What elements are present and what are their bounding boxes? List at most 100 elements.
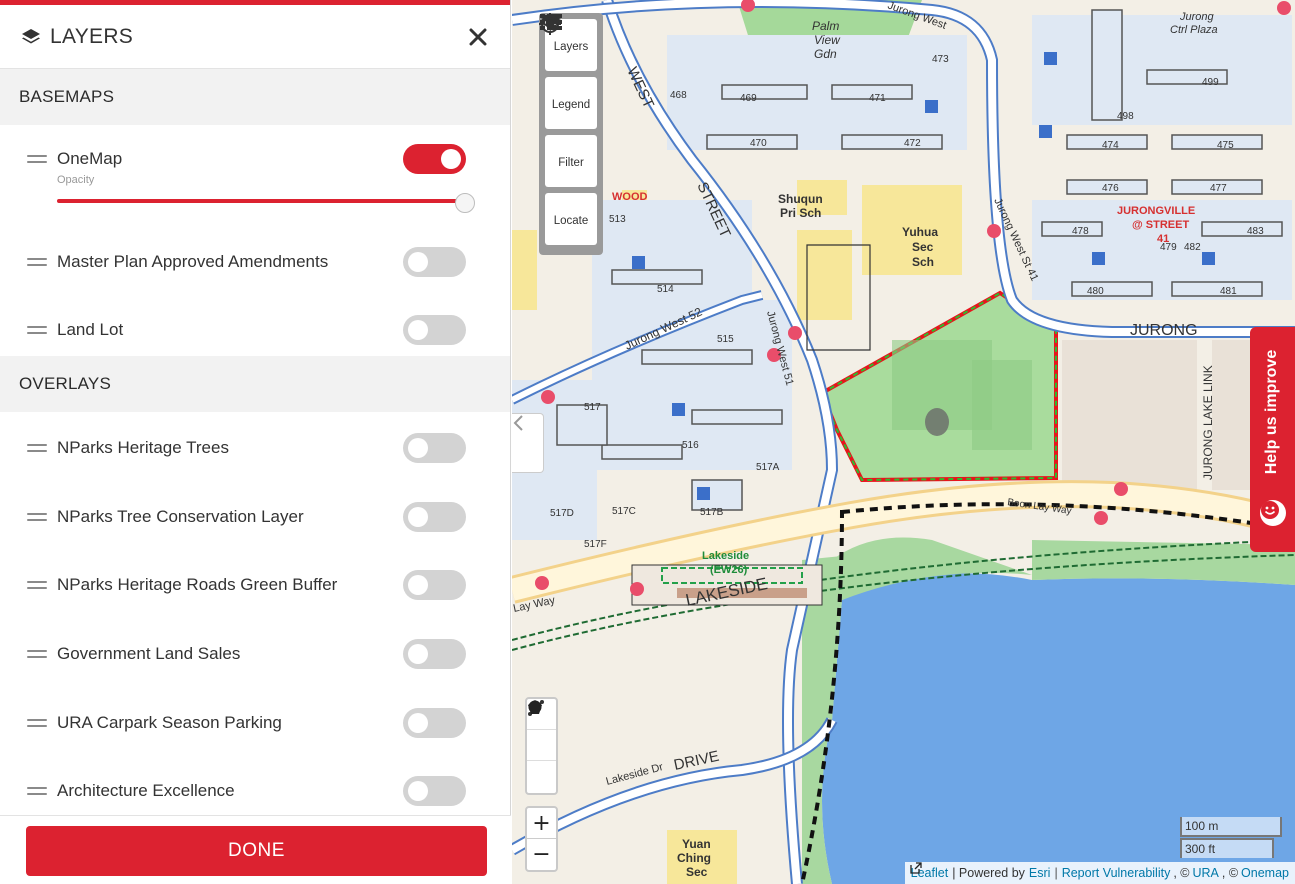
map-label: 517F [584, 539, 607, 550]
esri-link[interactable]: Esri [1029, 866, 1051, 880]
map-label: 483 [1247, 226, 1264, 237]
opacity-slider-track[interactable] [57, 199, 467, 203]
legend-button[interactable]: Legend [540, 14, 597, 129]
map-label: Lakeside [702, 550, 749, 562]
layers-button-label: Layers [553, 40, 589, 53]
layer-row-onemap: OneMap Opacity [0, 125, 510, 229]
drag-handle-icon[interactable] [27, 579, 47, 591]
layer-label: Land Lot [57, 320, 124, 339]
layer-label: URA Carpark Season Parking [57, 713, 282, 732]
map-label: 514 [657, 284, 674, 295]
map-label: View [814, 33, 841, 47]
toggle-tree-conservation[interactable] [403, 502, 466, 532]
toggle-government-land-sales[interactable] [403, 639, 466, 669]
layer-label: NParks Tree Conservation Layer [57, 507, 304, 526]
map-label: Jurong [1179, 11, 1215, 23]
map-label: 515 [717, 334, 734, 345]
toggle-heritage-trees[interactable] [403, 433, 466, 463]
map-label: Gdn [814, 47, 837, 61]
external-link-icon [910, 862, 922, 874]
locate-button-label: Locate [553, 214, 589, 227]
legend-button-label: Legend [551, 98, 591, 111]
map-label: 498 [1117, 111, 1134, 122]
toggle-master-plan[interactable] [403, 247, 466, 277]
draw-toolbar [525, 697, 558, 795]
help-tab-label: Help us improve [1263, 349, 1280, 475]
close-button[interactable] [466, 25, 490, 49]
drag-handle-icon[interactable] [27, 648, 47, 660]
drag-handle-icon[interactable] [27, 442, 47, 454]
collapse-panel-button[interactable] [512, 413, 544, 473]
toggle-onemap[interactable] [403, 144, 466, 174]
layer-row-heritage-roads: NParks Heritage Roads Green Buffer [0, 549, 510, 618]
toggle-ura-carpark[interactable] [403, 708, 466, 738]
map-label: 480 [1087, 286, 1104, 297]
map-label: 478 [1072, 226, 1089, 237]
layer-label: NParks Heritage Trees [57, 438, 229, 457]
toggle-heritage-roads[interactable] [403, 570, 466, 600]
map-label: Palm [812, 19, 839, 33]
map-label: 471 [869, 93, 886, 104]
onemap-link[interactable]: Onemap [1241, 866, 1289, 880]
map-label: JURONG [1130, 322, 1198, 339]
layer-label: OneMap [57, 149, 123, 168]
map-label: 468 [670, 90, 687, 101]
layer-row-architecture-excellence: Architecture Excellence [0, 755, 510, 815]
drag-handle-icon[interactable] [27, 511, 47, 523]
map-label: 517A [756, 462, 780, 473]
map-label: 472 [904, 138, 921, 149]
map-canvas: Palm View Gdn 469 471 470 472 473 468 49… [512, 0, 1295, 884]
copyright-text: , © [1173, 866, 1190, 880]
map-label: Yuan [682, 837, 711, 851]
draw-polygon-button[interactable] [527, 700, 556, 761]
drag-handle-icon[interactable] [27, 256, 47, 268]
basemaps-heading: BASEMAPS [0, 69, 510, 125]
map-label: 475 [1217, 140, 1234, 151]
powered-by-text: | Powered by [952, 866, 1025, 880]
map-view[interactable]: Palm View Gdn 469 471 470 472 473 468 49… [512, 0, 1295, 884]
zoom-out-button[interactable]: − [527, 839, 556, 870]
drag-handle-icon[interactable] [27, 785, 47, 797]
close-icon [469, 28, 487, 45]
layer-label: Architecture Excellence [57, 781, 235, 800]
toggle-land-lot[interactable] [403, 315, 466, 345]
toggle-architecture-excellence[interactable] [403, 776, 466, 806]
locate-button[interactable]: Locate [539, 13, 597, 245]
overlays-heading: OVERLAYS [0, 356, 510, 412]
report-vulnerability-link[interactable]: Report Vulnerability [1062, 866, 1171, 880]
layer-label: Master Plan Approved Amendments [57, 252, 329, 271]
layer-label: NParks Heritage Roads Green Buffer [57, 575, 338, 594]
map-label: Sch [912, 255, 934, 269]
zoom-control: + − [525, 806, 558, 872]
opacity-slider-handle[interactable] [455, 193, 475, 213]
done-button[interactable]: DONE [26, 826, 487, 876]
map-label: 517B [700, 507, 724, 518]
map-label: 517C [612, 506, 636, 517]
drag-handle-icon[interactable] [27, 153, 47, 165]
separator: | [1054, 866, 1058, 880]
drag-handle-icon[interactable] [27, 717, 47, 729]
draw-circle-button[interactable] [527, 700, 556, 792]
filter-button[interactable]: Filter [540, 15, 597, 187]
map-label: 470 [750, 138, 767, 149]
map-label: 517D [550, 508, 574, 519]
help-us-improve-tab[interactable]: Help us improve [1250, 327, 1295, 552]
layers-icon [20, 26, 42, 48]
map-label: 517 [584, 402, 601, 413]
layer-label: Government Land Sales [57, 644, 241, 663]
map-label: 477 [1210, 183, 1227, 194]
ura-link[interactable]: URA [1192, 866, 1218, 880]
drag-handle-icon[interactable] [27, 324, 47, 336]
map-attribution: Leaflet | Powered by Esri | Report Vulne… [904, 862, 1295, 884]
map-label: JURONGVILLE [1117, 205, 1195, 217]
opacity-label: Opacity [57, 174, 95, 186]
map-label: 516 [682, 440, 699, 451]
chevron-left-icon [513, 415, 523, 431]
smiley-icon [1260, 500, 1286, 526]
copyright-text: , © [1221, 866, 1239, 880]
map-label: JURONG LAKE LINK [1201, 365, 1215, 480]
map-label: Sec [686, 865, 708, 879]
map-label: Ctrl Plaza [1170, 24, 1218, 36]
map-label: 473 [932, 54, 949, 65]
zoom-in-button[interactable]: + [527, 808, 556, 839]
